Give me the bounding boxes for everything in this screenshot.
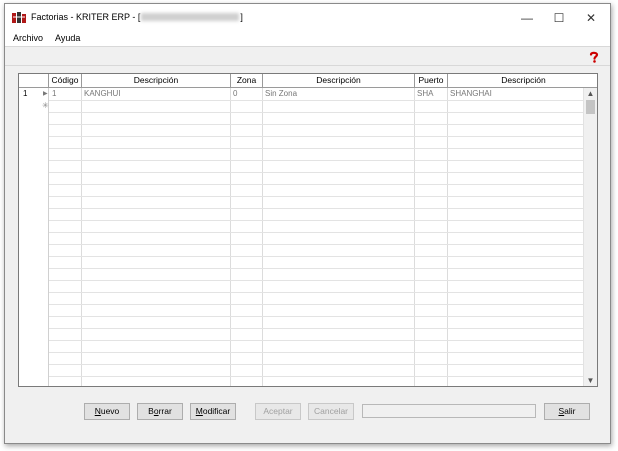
header-puerto-descripcion[interactable]: Descripción bbox=[448, 74, 597, 88]
row-number: 1 bbox=[23, 89, 28, 98]
header-zona[interactable]: Zona bbox=[231, 74, 263, 88]
salir-button[interactable]: Salir bbox=[544, 403, 590, 420]
header-zona-descripcion[interactable]: Descripción bbox=[263, 74, 415, 88]
nuevo-button[interactable]: Nuevo bbox=[84, 403, 130, 420]
blurred-database-name bbox=[141, 13, 240, 21]
scroll-down-icon[interactable]: ▼ bbox=[584, 375, 597, 386]
maximize-icon: ☐ bbox=[553, 11, 565, 25]
scroll-thumb[interactable] bbox=[586, 100, 595, 114]
menu-ayuda[interactable]: Ayuda bbox=[55, 33, 80, 43]
window-title: Factorias - KRITER ERP - [] bbox=[31, 12, 243, 22]
cell-descripcion[interactable]: KANGHUI bbox=[82, 88, 230, 100]
menu-archivo[interactable]: Archivo bbox=[13, 33, 43, 43]
grid-corner-header bbox=[19, 74, 49, 88]
row-indicator-column bbox=[19, 88, 49, 386]
cell-zona-descripcion[interactable]: Sin Zona bbox=[263, 88, 414, 100]
header-descripcion[interactable]: Descripción bbox=[82, 74, 231, 88]
close-icon: ✕ bbox=[585, 11, 597, 25]
application-window: Factorias - KRITER ERP - [] — ☐ ✕ Archiv… bbox=[4, 3, 611, 444]
maximize-button[interactable]: ☐ bbox=[543, 4, 575, 32]
cell-codigo[interactable]: 1 bbox=[50, 88, 81, 100]
cancelar-button[interactable]: Cancelar bbox=[308, 403, 354, 420]
cell-puerto[interactable]: SHA bbox=[415, 88, 447, 100]
kriter-app-icon bbox=[12, 12, 26, 23]
aceptar-button[interactable]: Aceptar bbox=[255, 403, 301, 420]
header-codigo[interactable]: Código bbox=[49, 74, 82, 88]
title-bar: Factorias - KRITER ERP - [] — ☐ ✕ bbox=[5, 4, 610, 32]
modificar-button[interactable]: Modificar bbox=[190, 403, 236, 420]
close-button[interactable]: ✕ bbox=[575, 4, 607, 32]
help-question-icon[interactable] bbox=[588, 51, 600, 63]
header-puerto[interactable]: Puerto bbox=[415, 74, 448, 88]
vertical-scrollbar[interactable]: ▲ ▼ bbox=[583, 88, 597, 386]
menu-bar: Archivo Ayuda bbox=[5, 32, 610, 46]
minimize-button[interactable]: — bbox=[511, 4, 543, 32]
new-row-icon: ✳ bbox=[42, 101, 49, 110]
minimize-icon: — bbox=[521, 11, 533, 25]
scroll-up-icon[interactable]: ▲ bbox=[584, 88, 597, 100]
button-bar: Nuevo Borrar Modificar Aceptar Cancelar … bbox=[5, 392, 610, 444]
toolbar bbox=[5, 46, 610, 66]
cell-puerto-descripcion[interactable]: SHANGHAI bbox=[448, 88, 582, 100]
status-field bbox=[362, 404, 536, 418]
borrar-button[interactable]: Borrar bbox=[137, 403, 183, 420]
cell-zona[interactable]: 0 bbox=[231, 88, 262, 100]
factorias-grid[interactable]: Código Descripción Zona Descripción Puer… bbox=[18, 73, 598, 387]
